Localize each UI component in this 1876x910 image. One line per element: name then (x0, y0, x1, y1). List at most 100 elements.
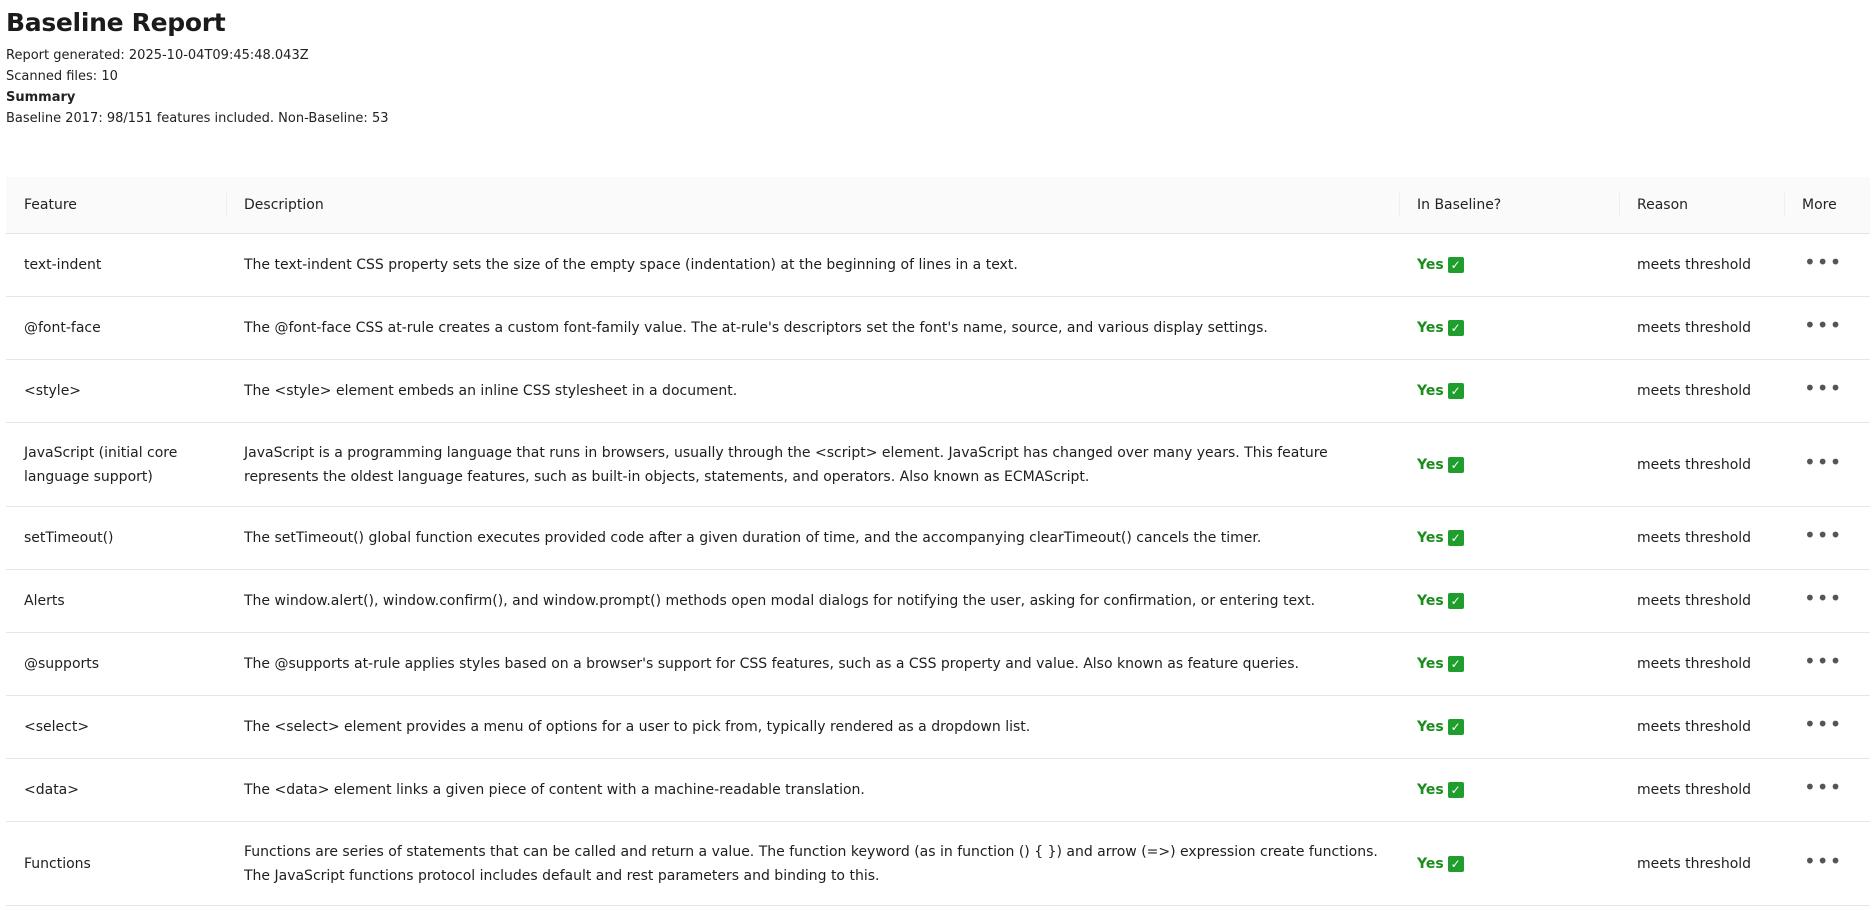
feature-cell: JavaScript (initial core language suppor… (6, 422, 226, 507)
feature-cell: Alerts (6, 569, 226, 633)
more-cell: ••• (1784, 569, 1870, 633)
feature-cell: @supports (6, 632, 226, 696)
baseline-cell: Yes ✓ (1399, 233, 1619, 297)
reason-cell: meets threshold (1619, 758, 1784, 822)
table-row: text-indent The text-indent CSS property… (6, 233, 1870, 297)
baseline-cell: Yes ✓ (1399, 632, 1619, 696)
report-page: Baseline Report Report generated: 2025-1… (0, 0, 1876, 906)
description-cell: The setTimeout() global function execute… (226, 506, 1399, 570)
more-options-button[interactable]: ••• (1802, 651, 1844, 676)
feature-cell: <data> (6, 758, 226, 822)
baseline-cell: Yes ✓ (1399, 506, 1619, 570)
reason-cell: meets threshold (1619, 506, 1784, 570)
summary-title: Summary (6, 90, 76, 105)
page-title: Baseline Report (6, 8, 226, 37)
more-options-button[interactable]: ••• (1802, 452, 1844, 477)
status-badge: Yes ✓ (1417, 715, 1464, 739)
feature-cell: text-indent (6, 233, 226, 297)
more-cell: ••• (1784, 359, 1870, 423)
description-cell: The @supports at-rule applies styles bas… (226, 632, 1399, 696)
more-cell: ••• (1784, 695, 1870, 759)
reason-cell: meets threshold (1619, 821, 1784, 906)
more-options-button[interactable]: ••• (1802, 588, 1844, 613)
table-row: <select> The <select> element provides a… (6, 695, 1870, 759)
more-cell: ••• (1784, 233, 1870, 297)
more-options-button[interactable]: ••• (1802, 525, 1844, 550)
description-cell: The <select> element provides a menu of … (226, 695, 1399, 759)
status-text: Yes (1417, 456, 1444, 473)
more-cell: ••• (1784, 758, 1870, 822)
baseline-cell: Yes ✓ (1399, 359, 1619, 423)
header-description[interactable]: Description (226, 177, 1399, 234)
check-box-icon: ✓ (1447, 456, 1464, 473)
status-text: Yes (1417, 383, 1444, 399)
report-meta: Report generated: 2025-10-04T09:45:48.04… (6, 45, 1870, 129)
baseline-cell: Yes ✓ (1399, 695, 1619, 759)
status-text: Yes (1417, 320, 1444, 336)
table-row: <style> The <style> element embeds an in… (6, 359, 1870, 423)
table-row: Alerts The window.alert(), window.confir… (6, 569, 1870, 633)
more-cell: ••• (1784, 821, 1870, 906)
feature-cell: Functions (6, 821, 226, 906)
table-row: setTimeout() The setTimeout() global fun… (6, 506, 1870, 570)
more-options-button[interactable]: ••• (1802, 315, 1844, 340)
more-cell: ••• (1784, 632, 1870, 696)
check-box-icon: ✓ (1447, 656, 1464, 672)
description-cell: The text-indent CSS property sets the si… (226, 233, 1399, 297)
description-cell: Functions are series of statements that … (226, 821, 1399, 906)
status-text: Yes (1417, 530, 1444, 546)
feature-cell: setTimeout() (6, 506, 226, 570)
header-feature[interactable]: Feature (6, 177, 226, 234)
baseline-cell: Yes ✓ (1399, 758, 1619, 822)
check-box-icon: ✓ (1447, 855, 1464, 872)
description-cell: JavaScript is a programming language tha… (226, 422, 1399, 507)
feature-cell: @font-face (6, 296, 226, 360)
generated-label: Report generated: (6, 48, 125, 63)
reason-cell: meets threshold (1619, 233, 1784, 297)
more-options-button[interactable]: ••• (1802, 378, 1844, 403)
status-text: Yes (1417, 593, 1444, 609)
table-row: Functions Functions are series of statem… (6, 821, 1870, 906)
status-badge: Yes ✓ (1417, 526, 1464, 550)
description-cell: The <data> element links a given piece o… (226, 758, 1399, 822)
scanned-label: Scanned files: (6, 69, 98, 84)
baseline-cell: Yes ✓ (1399, 296, 1619, 360)
reason-cell: meets threshold (1619, 296, 1784, 360)
header-in-baseline[interactable]: In Baseline? (1399, 177, 1619, 234)
reason-cell: meets threshold (1619, 359, 1784, 423)
generated-line: Report generated: 2025-10-04T09:45:48.04… (6, 45, 1870, 66)
feature-cell: <select> (6, 695, 226, 759)
check-box-icon: ✓ (1447, 782, 1464, 798)
status-badge: Yes ✓ (1417, 589, 1464, 613)
features-table: Feature Description In Baseline? Reason … (6, 177, 1870, 906)
more-options-button[interactable]: ••• (1802, 714, 1844, 739)
reason-cell: meets threshold (1619, 632, 1784, 696)
header-reason[interactable]: Reason (1619, 177, 1784, 234)
status-badge: Yes ✓ (1417, 253, 1464, 277)
table-row: @supports The @supports at-rule applies … (6, 632, 1870, 696)
status-text: Yes (1417, 656, 1444, 672)
check-box-icon: ✓ (1447, 530, 1464, 546)
more-cell: ••• (1784, 422, 1870, 507)
description-cell: The <style> element embeds an inline CSS… (226, 359, 1399, 423)
more-options-button[interactable]: ••• (1802, 777, 1844, 802)
reason-cell: meets threshold (1619, 569, 1784, 633)
status-badge: Yes ✓ (1417, 852, 1464, 876)
more-options-button[interactable]: ••• (1802, 252, 1844, 277)
status-badge: Yes ✓ (1417, 778, 1464, 802)
scanned-value: 10 (101, 69, 118, 84)
status-text: Yes (1417, 855, 1444, 872)
more-options-button[interactable]: ••• (1802, 851, 1844, 876)
table-body: text-indent The text-indent CSS property… (6, 233, 1870, 906)
status-text: Yes (1417, 257, 1444, 273)
status-badge: Yes ✓ (1417, 453, 1464, 477)
status-badge: Yes ✓ (1417, 316, 1464, 340)
table-row: @font-face The @font-face CSS at-rule cr… (6, 296, 1870, 360)
summary-text: Baseline 2017: 98/151 features included.… (6, 111, 389, 126)
check-box-icon: ✓ (1447, 383, 1464, 399)
table-header-row: Feature Description In Baseline? Reason … (6, 177, 1870, 234)
check-box-icon: ✓ (1447, 257, 1464, 273)
more-cell: ••• (1784, 506, 1870, 570)
status-badge: Yes ✓ (1417, 652, 1464, 676)
reason-cell: meets threshold (1619, 422, 1784, 507)
